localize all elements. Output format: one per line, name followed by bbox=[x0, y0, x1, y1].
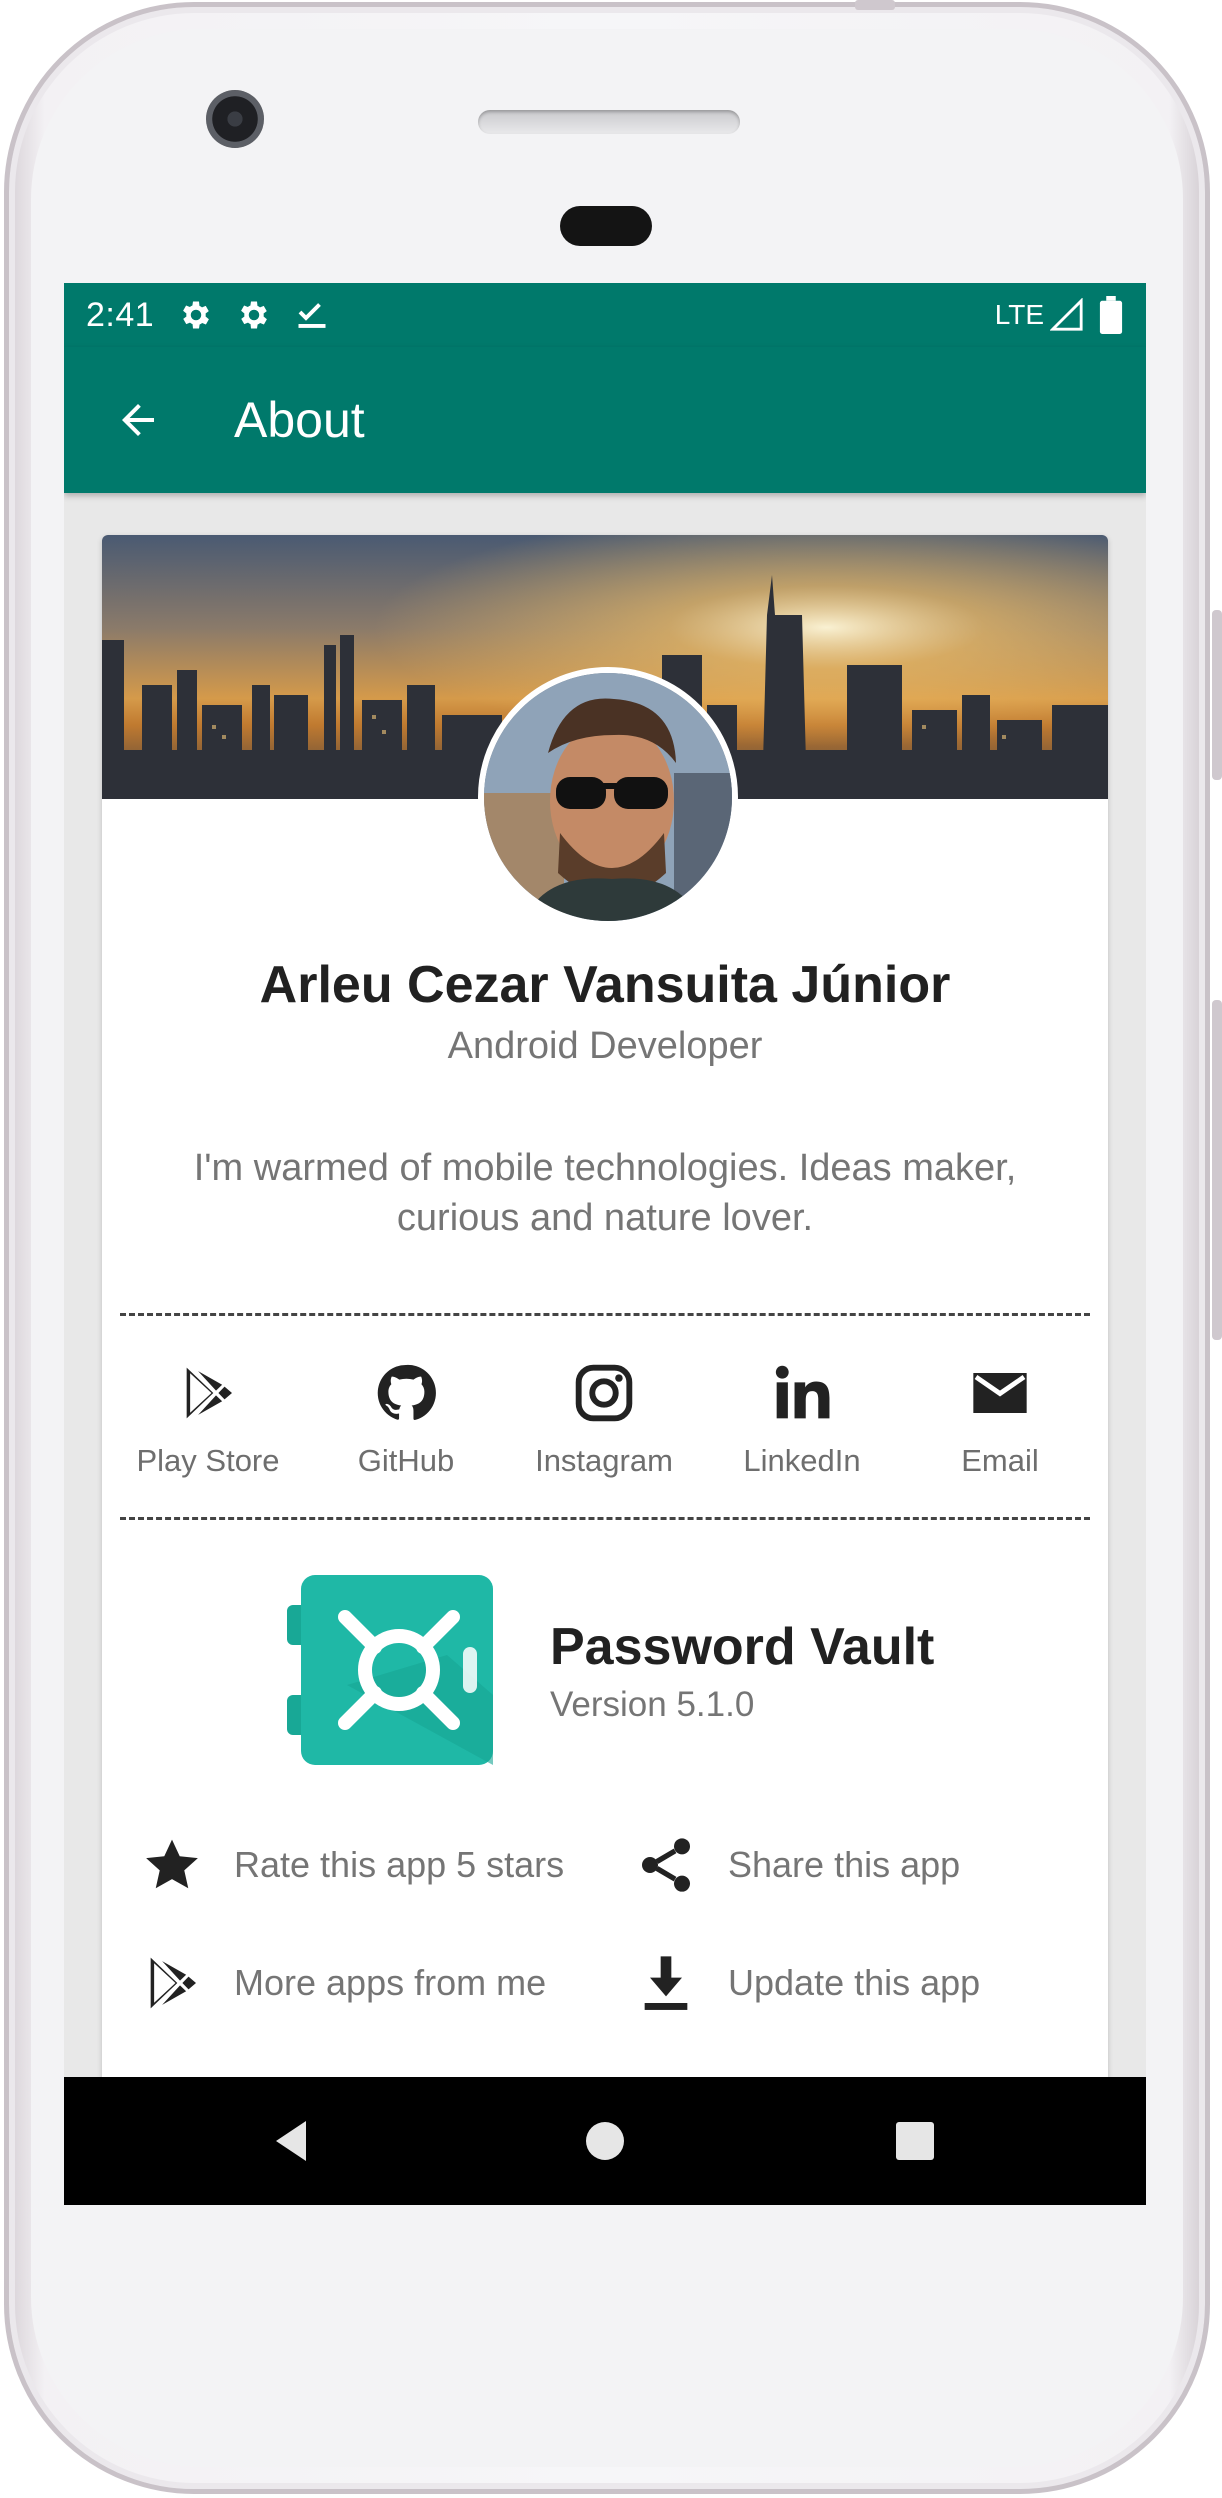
back-triangle-icon[interactable] bbox=[270, 2117, 318, 2165]
arrow-back-icon[interactable] bbox=[114, 396, 162, 444]
divider bbox=[120, 1517, 1090, 1520]
home-circle-icon[interactable] bbox=[581, 2117, 629, 2165]
instagram-icon bbox=[575, 1364, 633, 1422]
status-bar: 2:41 LTE bbox=[64, 283, 1146, 347]
screen: 2:41 LTE About Arleu Cezar Vansuita Júni… bbox=[64, 283, 1146, 2205]
navigation-bar bbox=[64, 2077, 1146, 2205]
social-label: Instagram bbox=[535, 1443, 673, 1478]
social-instagram[interactable]: Instagram bbox=[504, 1335, 704, 1479]
social-links: Play Store GitHub Instagram LinkedIn Ema… bbox=[102, 1335, 1108, 1505]
top-button bbox=[855, 0, 895, 10]
social-linkedin[interactable]: LinkedIn bbox=[702, 1335, 902, 1479]
signal-icon bbox=[1050, 298, 1083, 331]
app-version: Version 5.1.0 bbox=[550, 1685, 755, 1724]
proximity-sensor bbox=[560, 206, 652, 246]
share-app-button[interactable]: Share this app bbox=[634, 1830, 960, 1900]
action-label: Rate this app 5 stars bbox=[234, 1844, 565, 1885]
email-icon bbox=[973, 1373, 1027, 1413]
battery-icon bbox=[1099, 296, 1123, 334]
settings-icon bbox=[241, 301, 268, 329]
earpiece-speaker bbox=[478, 110, 740, 134]
page-title: About bbox=[234, 392, 365, 448]
about-card: Arleu Cezar Vansuita Júnior Android Deve… bbox=[102, 535, 1108, 2205]
profile-photo bbox=[484, 673, 732, 921]
social-label: LinkedIn bbox=[743, 1443, 861, 1478]
social-label: GitHub bbox=[357, 1443, 455, 1478]
social-github[interactable]: GitHub bbox=[306, 1335, 506, 1479]
download-icon bbox=[644, 1956, 688, 2010]
action-label: More apps from me bbox=[234, 1962, 547, 2003]
action-label: Update this app bbox=[728, 1962, 981, 2003]
task-done-icon bbox=[298, 303, 326, 328]
power-button bbox=[1212, 610, 1222, 780]
network-type: LTE bbox=[994, 299, 1044, 330]
status-time: 2:41 bbox=[86, 295, 155, 334]
share-icon bbox=[642, 1838, 690, 1892]
app-bar: About bbox=[64, 347, 1146, 493]
profile-role: Android Developer bbox=[447, 1025, 763, 1067]
rate-app-button[interactable]: Rate this app 5 stars bbox=[140, 1830, 564, 1900]
app-name: Password Vault bbox=[550, 1618, 935, 1676]
update-app-button[interactable]: Update this app bbox=[634, 1948, 980, 2018]
front-camera bbox=[206, 90, 264, 148]
divider bbox=[120, 1313, 1090, 1316]
settings-icon bbox=[183, 301, 210, 329]
status-right: LTE bbox=[995, 296, 1126, 334]
star-icon bbox=[146, 1839, 198, 1889]
social-label: Email bbox=[961, 1443, 1039, 1478]
vault-app-logo bbox=[287, 1575, 493, 1765]
avatar bbox=[478, 667, 738, 927]
profile-name: Arleu Cezar Vansuita Júnior bbox=[259, 956, 951, 1014]
action-label: Share this app bbox=[728, 1844, 961, 1885]
social-play-store[interactable]: Play Store bbox=[108, 1335, 308, 1479]
linkedin-icon bbox=[775, 1365, 830, 1419]
volume-button bbox=[1212, 1000, 1222, 1340]
profile-bio: I'm warmed of mobile technologies. Ideas… bbox=[193, 1147, 1017, 1239]
play-store-icon bbox=[186, 1367, 232, 1419]
play-store-icon bbox=[150, 1957, 196, 2009]
github-icon bbox=[377, 1364, 436, 1420]
social-email[interactable]: Email bbox=[900, 1335, 1100, 1479]
social-label: Play Store bbox=[136, 1443, 280, 1478]
more-apps-button[interactable]: More apps from me bbox=[140, 1948, 546, 2018]
recents-square-icon[interactable] bbox=[891, 2117, 939, 2165]
